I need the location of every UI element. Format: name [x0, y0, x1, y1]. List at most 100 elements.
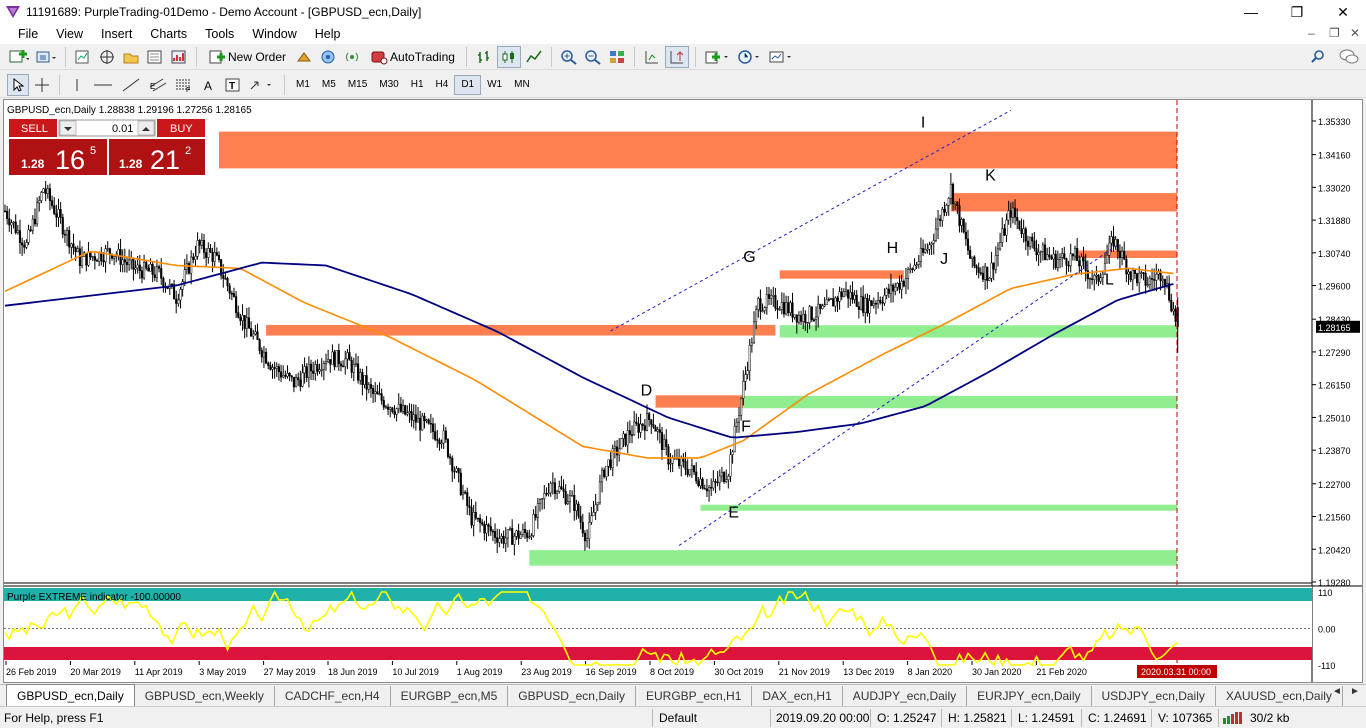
arrows-button[interactable] — [246, 74, 278, 96]
equidistant-channel-button[interactable]: E — [146, 74, 170, 96]
mdi-close-button[interactable]: ✕ — [1350, 26, 1360, 40]
candle — [973, 256, 976, 267]
tab-audjpy-daily[interactable]: AUDJPY_ecn,Daily — [843, 686, 968, 706]
candle — [8, 218, 11, 226]
candle — [93, 256, 96, 261]
line-chart-button[interactable] — [523, 46, 545, 68]
candle — [710, 487, 713, 489]
text-label-button[interactable]: T — [222, 74, 244, 96]
experts-button[interactable] — [317, 46, 339, 68]
timeframe-m15[interactable]: M15 — [342, 75, 373, 95]
candle — [714, 481, 717, 483]
timeframe-h4[interactable]: H4 — [430, 75, 455, 95]
market-watch-button[interactable] — [72, 46, 94, 68]
fibonacci-button[interactable]: F — [172, 74, 196, 96]
data-window-button[interactable] — [120, 46, 142, 68]
menu-charts[interactable]: Charts — [141, 27, 196, 41]
menu-file[interactable]: File — [0, 27, 47, 41]
candle — [425, 419, 428, 422]
candle — [746, 370, 749, 375]
crosshair-button[interactable] — [31, 74, 53, 96]
menu-insert[interactable]: Insert — [92, 27, 141, 41]
menu-window[interactable]: Window — [243, 27, 305, 41]
candle — [960, 219, 963, 226]
chart-shift-button[interactable] — [664, 45, 689, 68]
text-button[interactable]: A — [198, 74, 220, 96]
tab-eurgbp-m5[interactable]: EURGBP_ecn,M5 — [391, 686, 509, 706]
candle — [376, 391, 379, 395]
vertical-line-button[interactable] — [66, 74, 88, 96]
menu-tools[interactable]: Tools — [196, 27, 243, 41]
timeframe-mn[interactable]: MN — [508, 75, 536, 95]
candle — [508, 528, 512, 530]
timeframe-m1[interactable]: M1 — [290, 75, 316, 95]
timeframe-m5[interactable]: M5 — [316, 75, 342, 95]
signal-button[interactable] — [341, 46, 363, 68]
tab-xauusd-daily[interactable]: XAUUSD_ecn,Daily — [1216, 686, 1343, 706]
indicators-button[interactable] — [702, 46, 732, 68]
tab-gbpusd-weekly[interactable]: GBPUSD_ecn,Weekly — [135, 686, 275, 706]
strategy-tester-button[interactable] — [168, 46, 190, 68]
candle — [474, 512, 477, 519]
candle — [889, 284, 893, 294]
tab-eurjpy-daily[interactable]: EURJPY_ecn,Daily — [967, 686, 1092, 706]
tabs-scroll-left-icon[interactable]: ◄ — [1332, 686, 1342, 697]
tab-dax-h1[interactable]: DAX_ecn,H1 — [752, 686, 843, 706]
candle — [774, 295, 777, 309]
tab-gbpusd-daily[interactable]: GBPUSD_ecn,Daily — [6, 684, 135, 706]
zoom-out-button[interactable] — [582, 46, 604, 68]
tab-usdjpy-daily[interactable]: USDJPY_ecn,Daily — [1092, 686, 1216, 706]
signals-button[interactable] — [293, 46, 315, 68]
mdi-minimize-button[interactable]: – — [1308, 26, 1315, 40]
search-icon[interactable] — [1310, 49, 1326, 65]
cursor-button[interactable] — [7, 73, 29, 96]
timeframe-w1[interactable]: W1 — [481, 75, 508, 95]
new-order-button[interactable]: New Order — [203, 46, 291, 68]
tab-eurgbp-h1[interactable]: EURGBP_ecn,H1 — [636, 686, 753, 706]
mdi-restore-button[interactable]: ❐ — [1329, 26, 1340, 40]
candle — [804, 313, 807, 323]
candle — [722, 472, 726, 482]
chart-window[interactable]: I K H G J L D F E 1.35330 1.34160 1.33020 1.31880 1.… — [3, 99, 1363, 683]
zoom-in-button[interactable] — [558, 46, 580, 68]
candle — [695, 471, 698, 482]
new-chart-button[interactable] — [7, 46, 31, 68]
candle — [667, 446, 670, 465]
autotrading-button[interactable]: AutoTrading — [365, 46, 460, 68]
date-tick-label: 18 Jun 2019 — [328, 667, 378, 677]
tab-cadchf-h4[interactable]: CADCHF_ecn,H4 — [275, 686, 391, 706]
bar-chart-button[interactable] — [473, 46, 495, 68]
candle — [357, 363, 360, 381]
periods-button[interactable] — [734, 46, 764, 68]
candle — [1043, 244, 1047, 261]
candle — [464, 491, 467, 494]
price-chart[interactable]: I K H G J L D F E 1.35330 1.34160 1.33020 1.31880 1.… — [4, 100, 1362, 682]
templates-button[interactable] — [766, 46, 796, 68]
autoscroll-button[interactable] — [641, 46, 663, 68]
navigator-button[interactable] — [96, 46, 118, 68]
channel-line-1[interactable] — [678, 244, 1119, 546]
candle — [192, 256, 195, 260]
candle — [491, 530, 494, 533]
chat-icon[interactable] — [1338, 48, 1360, 66]
minimize-button[interactable]: — — [1228, 0, 1274, 24]
candlestick-button[interactable] — [496, 45, 521, 68]
profiles-button[interactable] — [33, 46, 59, 68]
timeframe-d1[interactable]: D1 — [454, 74, 482, 95]
candle — [1136, 273, 1139, 284]
menu-view[interactable]: View — [47, 27, 92, 41]
tile-windows-button[interactable] — [606, 46, 628, 68]
terminal-button[interactable] — [144, 46, 166, 68]
trendline-button[interactable] — [118, 74, 144, 96]
tabs-scroll-right-icon[interactable]: ► — [1350, 686, 1360, 697]
maximize-button[interactable]: ❐ — [1274, 0, 1320, 24]
menu-help[interactable]: Help — [306, 27, 350, 41]
close-button[interactable]: ✕ — [1320, 0, 1366, 24]
candle — [350, 360, 353, 373]
connection-status-icon[interactable] — [1223, 712, 1249, 724]
timeframe-m30[interactable]: M30 — [373, 75, 404, 95]
horizontal-line-button[interactable] — [90, 74, 116, 96]
buy-label: BUY — [170, 123, 193, 135]
timeframe-h1[interactable]: H1 — [405, 75, 430, 95]
tab-gbpusd-daily-2[interactable]: GBPUSD_ecn,Daily — [508, 686, 636, 706]
